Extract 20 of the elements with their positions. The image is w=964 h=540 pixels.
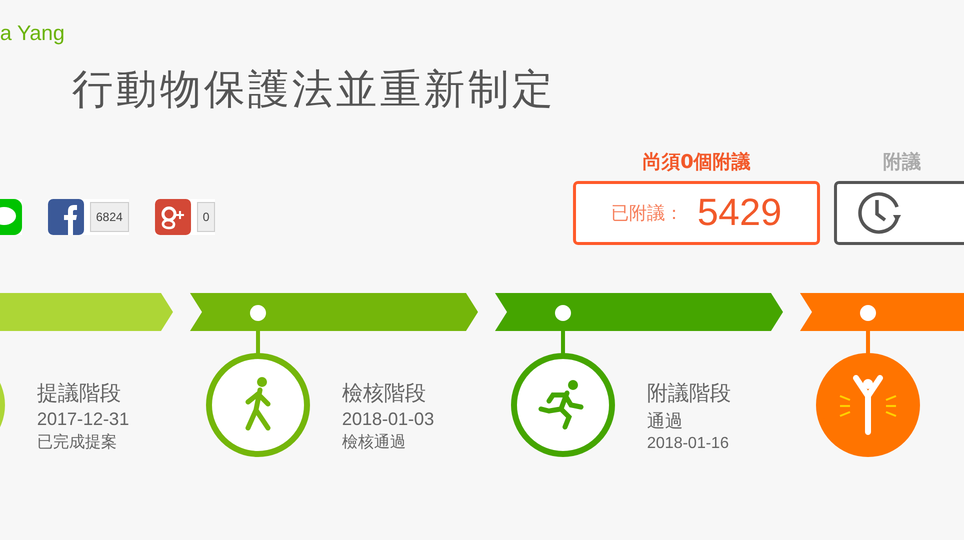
stage-detail: 2018-01-03	[342, 409, 434, 430]
stage-detail: 2017-12-31	[37, 409, 130, 430]
period-label: 附議	[883, 150, 921, 175]
counter-value: 5429	[697, 192, 782, 234]
author-name[interactable]: a Yang	[0, 0, 964, 50]
stage-title: 提議階段	[37, 380, 122, 407]
stage-title: 檢核階段	[342, 380, 427, 407]
facebook-icon[interactable]	[48, 199, 84, 235]
remaining-endorsements: 尚須0個附議	[642, 150, 751, 175]
petition-title: 行動物保護法並重新制定	[72, 64, 557, 115]
stage-detail: 通過	[647, 410, 684, 433]
stage-detail: 已完成提案	[37, 432, 118, 453]
share-count: 0	[196, 202, 216, 232]
cheering-person-icon	[838, 374, 898, 436]
counter-label: 已附議：	[611, 202, 684, 225]
stage-detail: 檢核通過	[342, 432, 407, 453]
stage-detail: 2018-01-16	[647, 435, 730, 453]
share-count: 6824	[90, 202, 129, 232]
google-plus-icon[interactable]	[154, 199, 191, 235]
stage-title: 附議階段	[647, 380, 731, 407]
